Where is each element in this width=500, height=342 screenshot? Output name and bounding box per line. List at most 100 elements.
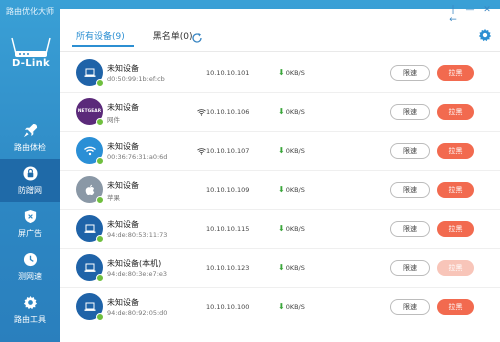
- sidebar-item-label: 屏广告: [18, 228, 42, 238]
- gear-icon: [22, 295, 38, 311]
- device-ip: 10.10.10.100: [206, 303, 250, 311]
- shield-icon: [22, 209, 38, 225]
- online-status-dot: [96, 274, 104, 282]
- device-ip: 10.10.10.106: [206, 108, 250, 116]
- sidebar: D-Link 路由体检 防蹭网 屏广告 测网速 路由工具: [0, 0, 60, 342]
- download-arrow-icon: ⬇: [278, 224, 285, 233]
- device-speed: ⬇ 0KB/S: [278, 185, 305, 195]
- device-name: 未知设备: [107, 103, 139, 112]
- device-list: 未知设备 d0:50:99:1b:ef:cb 10.10.10.101 ⬇ 0KB…: [60, 54, 500, 327]
- device-speed: ⬇ 0KB/S: [278, 302, 305, 312]
- device-name: 未知设备: [107, 181, 139, 190]
- device-mac: 94:de:80:3e:e7:e3: [107, 270, 168, 278]
- device-ip: 10.10.10.123: [206, 264, 250, 272]
- limit-speed-button[interactable]: 限速: [390, 65, 430, 81]
- block-button[interactable]: 拉黑: [437, 221, 474, 237]
- device-row: 未知设备 94:de:80:53:11:73 10.10.10.115 ⬇ 0KB…: [60, 210, 500, 249]
- sidebar-item-tools[interactable]: 路由工具: [0, 288, 60, 331]
- main-content: |← — ✕ 所有设备(9) 黑名单(0) 未知设备 d0:50:99:1b:e…: [60, 5, 500, 342]
- download-arrow-icon: ⬇: [278, 107, 285, 116]
- block-button[interactable]: 拉黑: [437, 104, 474, 120]
- sidebar-item-checkup[interactable]: 路由体检: [0, 116, 60, 159]
- device-row: 未知设备 苹果 10.10.10.109 ⬇ 0KB/S 限速 拉黑: [60, 171, 500, 210]
- app-window: 路由优化大师 D-Link 路由体检 防蹭网 屏广告 测网速 路由工具 |← —…: [0, 0, 500, 342]
- device-row: 未知设备(本机) 94:de:80:3e:e7:e3 10.10.10.123 …: [60, 249, 500, 288]
- device-speed: ⬇ 0KB/S: [278, 263, 305, 273]
- minimize-button[interactable]: —: [465, 5, 475, 25]
- laptop-icon: [76, 254, 104, 282]
- sidebar-item-label: 路由体检: [14, 142, 46, 152]
- laptop-icon: [76, 59, 104, 87]
- online-status-dot: [96, 313, 104, 321]
- sidebar-item-label: 防蹭网: [18, 185, 42, 195]
- block-button[interactable]: 拉黑: [437, 299, 474, 315]
- limit-speed-button[interactable]: 限速: [390, 260, 430, 276]
- device-ip: 10.10.10.107: [206, 147, 250, 155]
- block-button[interactable]: 拉黑: [437, 182, 474, 198]
- limit-speed-button[interactable]: 限速: [390, 299, 430, 315]
- wifi-icon: [76, 137, 104, 165]
- device-name: 未知设备: [107, 298, 139, 307]
- device-vendor: 网件: [107, 116, 120, 124]
- online-status-dot: [96, 79, 104, 87]
- laptop-icon: [76, 215, 104, 243]
- tab-all-devices[interactable]: 所有设备(9): [60, 23, 137, 47]
- block-button-disabled: 拉黑: [437, 260, 474, 276]
- download-arrow-icon: ⬇: [278, 185, 285, 194]
- lock-icon: [22, 166, 38, 182]
- active-tab-indicator: [72, 45, 134, 47]
- limit-speed-button[interactable]: 限速: [390, 104, 430, 120]
- device-speed: ⬇ 0KB/S: [278, 68, 305, 78]
- device-mac: 94:de:80:92:05:d0: [107, 309, 168, 317]
- download-arrow-icon: ⬇: [278, 263, 285, 272]
- wifi-icon: [197, 148, 206, 155]
- window-controls: |← — ✕: [448, 5, 492, 25]
- online-status-dot: [96, 196, 104, 204]
- download-arrow-icon: ⬇: [278, 146, 285, 155]
- close-button[interactable]: ✕: [482, 5, 492, 25]
- apple-icon: [76, 176, 104, 204]
- limit-speed-button[interactable]: 限速: [390, 143, 430, 159]
- device-speed: ⬇ 0KB/S: [278, 146, 305, 156]
- device-ip: 10.10.10.115: [206, 225, 250, 233]
- pin-button[interactable]: |←: [448, 5, 458, 25]
- refresh-icon[interactable]: [191, 29, 203, 43]
- sidebar-item-adblock[interactable]: 屏广告: [0, 202, 60, 245]
- device-row: 未知设备 94:de:80:92:05:d0 10.10.10.100 ⬇ 0KB…: [60, 288, 500, 327]
- sidebar-item-speedtest[interactable]: 测网速: [0, 245, 60, 288]
- device-mac: 00:36:76:31:a0:6d: [107, 153, 168, 161]
- online-status-dot: [96, 235, 104, 243]
- sidebar-item-anti-freeload[interactable]: 防蹭网: [0, 159, 60, 202]
- wifi-icon: [197, 109, 206, 116]
- speed-value: 0KB/S: [285, 147, 305, 155]
- block-button[interactable]: 拉黑: [437, 65, 474, 81]
- clock-icon: [22, 252, 38, 268]
- rocket-icon: [22, 123, 38, 139]
- speed-value: 0KB/S: [285, 108, 305, 116]
- device-mac: 94:de:80:53:11:73: [107, 231, 168, 239]
- device-row: 未知设备 00:36:76:31:a0:6d 10.10.10.107 ⬇ 0KB…: [60, 132, 500, 171]
- download-arrow-icon: ⬇: [278, 68, 285, 77]
- device-speed: ⬇ 0KB/S: [278, 224, 305, 234]
- speed-value: 0KB/S: [285, 186, 305, 194]
- tab-bar: 所有设备(9) 黑名单(0): [60, 23, 205, 47]
- netgear-logo-text: NETGEAR: [77, 109, 102, 114]
- device-mac: d0:50:99:1b:ef:cb: [107, 75, 165, 83]
- speed-value: 0KB/S: [285, 303, 305, 311]
- sidebar-item-label: 路由工具: [14, 314, 46, 324]
- speed-value: 0KB/S: [285, 69, 305, 77]
- device-name: 未知设备: [107, 142, 139, 151]
- device-speed: ⬇ 0KB/S: [278, 107, 305, 117]
- online-status-dot: [96, 118, 104, 126]
- sidebar-item-label: 测网速: [18, 271, 42, 281]
- device-name: 未知设备: [107, 64, 139, 73]
- limit-speed-button[interactable]: 限速: [390, 221, 430, 237]
- laptop-icon: [76, 293, 104, 321]
- limit-speed-button[interactable]: 限速: [390, 182, 430, 198]
- device-row: NETGEAR 未知设备 网件 10.10.10.106 ⬇ 0KB/S 限速 拉…: [60, 93, 500, 132]
- settings-gear-icon[interactable]: [478, 27, 492, 42]
- device-vendor: 苹果: [107, 194, 120, 202]
- block-button[interactable]: 拉黑: [437, 143, 474, 159]
- download-arrow-icon: ⬇: [278, 302, 285, 311]
- device-row: 未知设备 d0:50:99:1b:ef:cb 10.10.10.101 ⬇ 0KB…: [60, 54, 500, 93]
